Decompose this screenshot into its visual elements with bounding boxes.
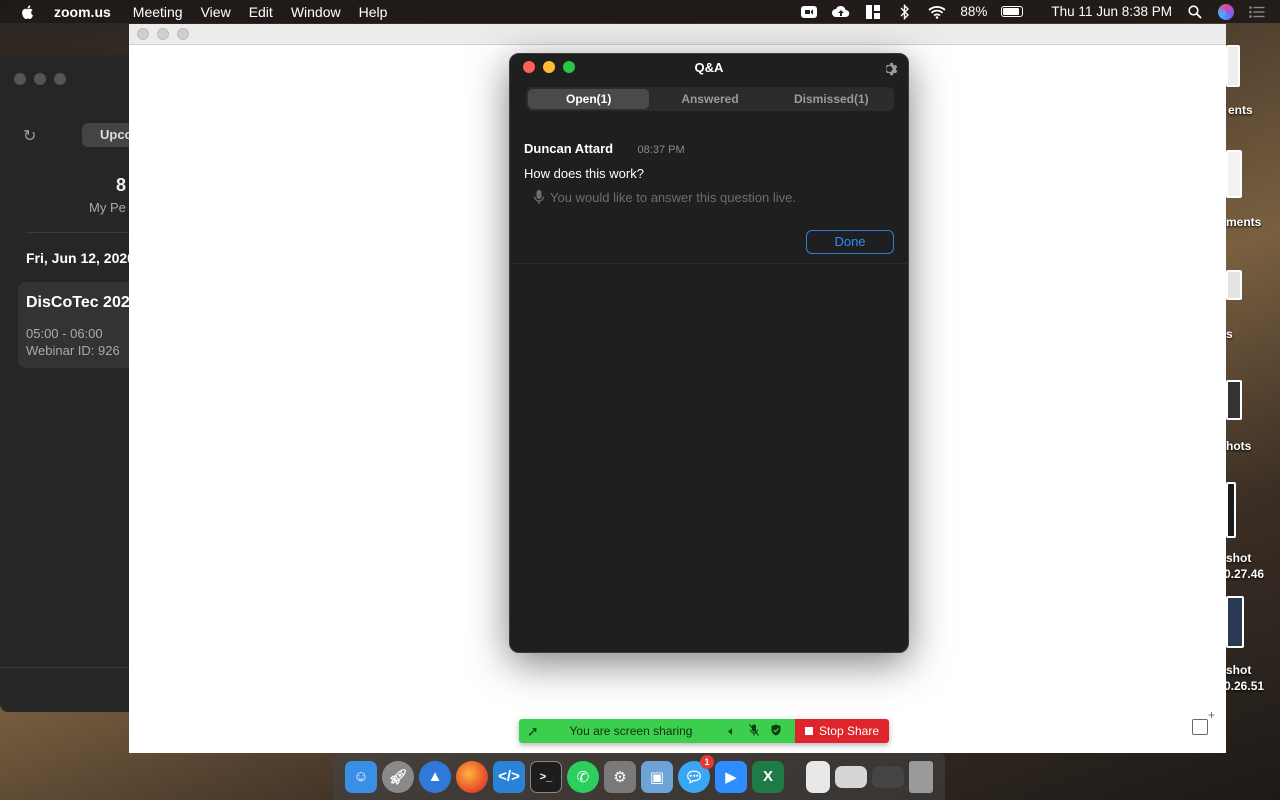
meeting-title: DisCoTec 202 [26,294,130,311]
security-shield-icon[interactable] [765,724,787,739]
menu-window[interactable]: Window [291,4,341,20]
spark-icon[interactable]: ▲ [419,760,451,793]
status-area: 88% Thu 11 Jun 8:38 PM [800,0,1266,23]
qa-window: Q&A Open(1) Answered Dismissed(1) Duncan… [509,53,909,653]
spotlight-search-icon[interactable] [1186,3,1204,21]
question-author: Duncan Attard [524,141,614,156]
desktop-file-label[interactable]: 0.27.46 [1224,567,1264,581]
drag-handle-icon[interactable]: ➚ [527,723,541,740]
menu-edit[interactable]: Edit [249,4,273,20]
qa-title: Q&A [694,60,724,75]
desktop-file-label[interactable]: s [1226,327,1233,341]
question-text: How does this work? [524,166,644,181]
meeting-card[interactable]: DisCoTec 202 05:00 - 06:00 Webinar ID: 9… [18,282,140,368]
siri-icon[interactable] [1218,3,1234,20]
meeting-id-label: My Pe [89,200,126,215]
wifi-icon[interactable] [928,3,946,21]
menu-help[interactable]: Help [359,4,388,20]
downloads-icon[interactable] [872,765,904,788]
zoom-main-window: ↻ Upco 8 My Pe Fri, Jun 12, 2020 DisCoTe… [0,55,140,712]
trash-icon[interactable] [909,760,933,793]
apple-icon[interactable] [20,4,36,20]
desktop-file-label[interactable]: shot [1226,551,1251,565]
minimize-window-button[interactable] [34,73,46,85]
stop-share-button[interactable]: Stop Share [795,719,889,743]
terminal-icon[interactable]: >_ [530,760,562,793]
firefox-icon[interactable] [456,760,488,793]
window-controls [137,28,189,40]
menu-bar: zoom.us Meeting View Edit Window Help 88… [0,0,1280,23]
meeting-time: 05:00 - 06:00 [26,326,103,341]
tab-answered[interactable]: Answered [649,89,770,109]
preview-icon[interactable]: ▣ [641,760,673,793]
desktop-file-thumb[interactable] [1226,45,1240,87]
menu-app-name[interactable]: zoom.us [54,4,111,20]
zoom-window-button[interactable] [177,28,189,40]
desktop-file-label[interactable]: ments [1226,215,1261,229]
menu-meeting[interactable]: Meeting [133,4,183,20]
divider [510,263,908,264]
stop-share-label: Stop Share [818,724,880,738]
notification-center-icon[interactable] [1248,3,1266,21]
zoom-window-button[interactable] [54,73,66,85]
desktop-file-thumb[interactable] [1226,150,1242,198]
stop-icon [804,727,813,735]
desktop-folder-thumb[interactable] [1226,380,1242,420]
whatsapp-icon[interactable]: ✆ [567,760,599,793]
finder-icon[interactable]: ☺ [345,760,377,793]
qa-tabs: Open(1) Answered Dismissed(1) [526,87,894,111]
refresh-icon[interactable]: ↻ [23,126,36,146]
dock: ☺ 🚀︎ ▲ </> >_ ✆ ⚙ ▣ 💬︎ 1 ▶ X [333,753,945,800]
close-window-button[interactable] [137,28,149,40]
close-window-button[interactable] [14,73,26,85]
launchpad-icon[interactable]: 🚀︎ [382,760,414,793]
battery-percent[interactable]: 88% [960,4,987,19]
divider [0,667,140,668]
question-item: Duncan Attard 08:37 PM How does this wor… [524,140,894,205]
screenshot-icon[interactable] [835,765,867,788]
sharing-message: You are screen sharing [569,724,693,738]
zoom-status-icon[interactable] [800,3,818,21]
done-button[interactable]: Done [806,230,894,254]
system-preferences-icon[interactable]: ⚙ [604,760,636,793]
battery-icon[interactable] [1001,6,1024,17]
window-manager-icon[interactable] [864,3,882,21]
answer-live-text: You would like to answer this question l… [550,189,796,205]
speaker-icon[interactable]: 🔈︎ [721,724,743,739]
desktop-file-label[interactable]: ents [1228,103,1253,117]
microphone-icon [533,190,545,204]
meeting-id-number: 8 [116,175,127,195]
tab-open[interactable]: Open(1) [528,89,650,109]
webinar-id: Webinar ID: 926 [26,343,120,358]
desktop-screenshot-thumb[interactable] [1226,596,1244,648]
desktop-file-label[interactable]: hots [1226,439,1251,453]
desktop-file-label[interactable]: shot [1226,663,1251,677]
screen-sharing-bar: ➚ You are screen sharing 🔈︎ Stop Share [519,719,889,743]
gear-icon[interactable] [883,61,899,77]
window-titlebar [129,24,1226,45]
divider [26,232,140,233]
sharing-status: ➚ You are screen sharing 🔈︎ [519,719,795,743]
menu-clock[interactable]: Thu 11 Jun 8:38 PM [1051,4,1172,19]
tab-dismissed[interactable]: Dismissed(1) [771,89,892,109]
desktop-file-thumb[interactable] [1226,270,1242,300]
menu-view[interactable]: View [201,4,231,20]
question-time: 08:37 PM [637,144,685,156]
notification-badge: 1 [700,754,714,769]
desktop-file-label[interactable]: 0.26.51 [1224,679,1264,693]
messages-icon[interactable]: 💬︎ 1 [678,754,714,793]
zoom-icon[interactable]: ▶ [715,760,747,793]
cloud-upload-icon[interactable] [832,3,850,21]
desktop-screenshot-thumb[interactable] [1226,482,1236,538]
mute-mic-icon[interactable] [743,723,765,739]
window-controls [14,73,66,85]
document-icon[interactable] [806,760,830,793]
new-share-icon[interactable] [1192,708,1215,735]
vscode-icon[interactable]: </> [493,760,525,793]
bluetooth-icon[interactable] [896,3,914,21]
date-header: Fri, Jun 12, 2020 [26,250,135,266]
minimize-window-button[interactable] [157,28,169,40]
answer-live-note: You would like to answer this question l… [524,189,894,205]
excel-icon[interactable]: X [752,760,784,793]
